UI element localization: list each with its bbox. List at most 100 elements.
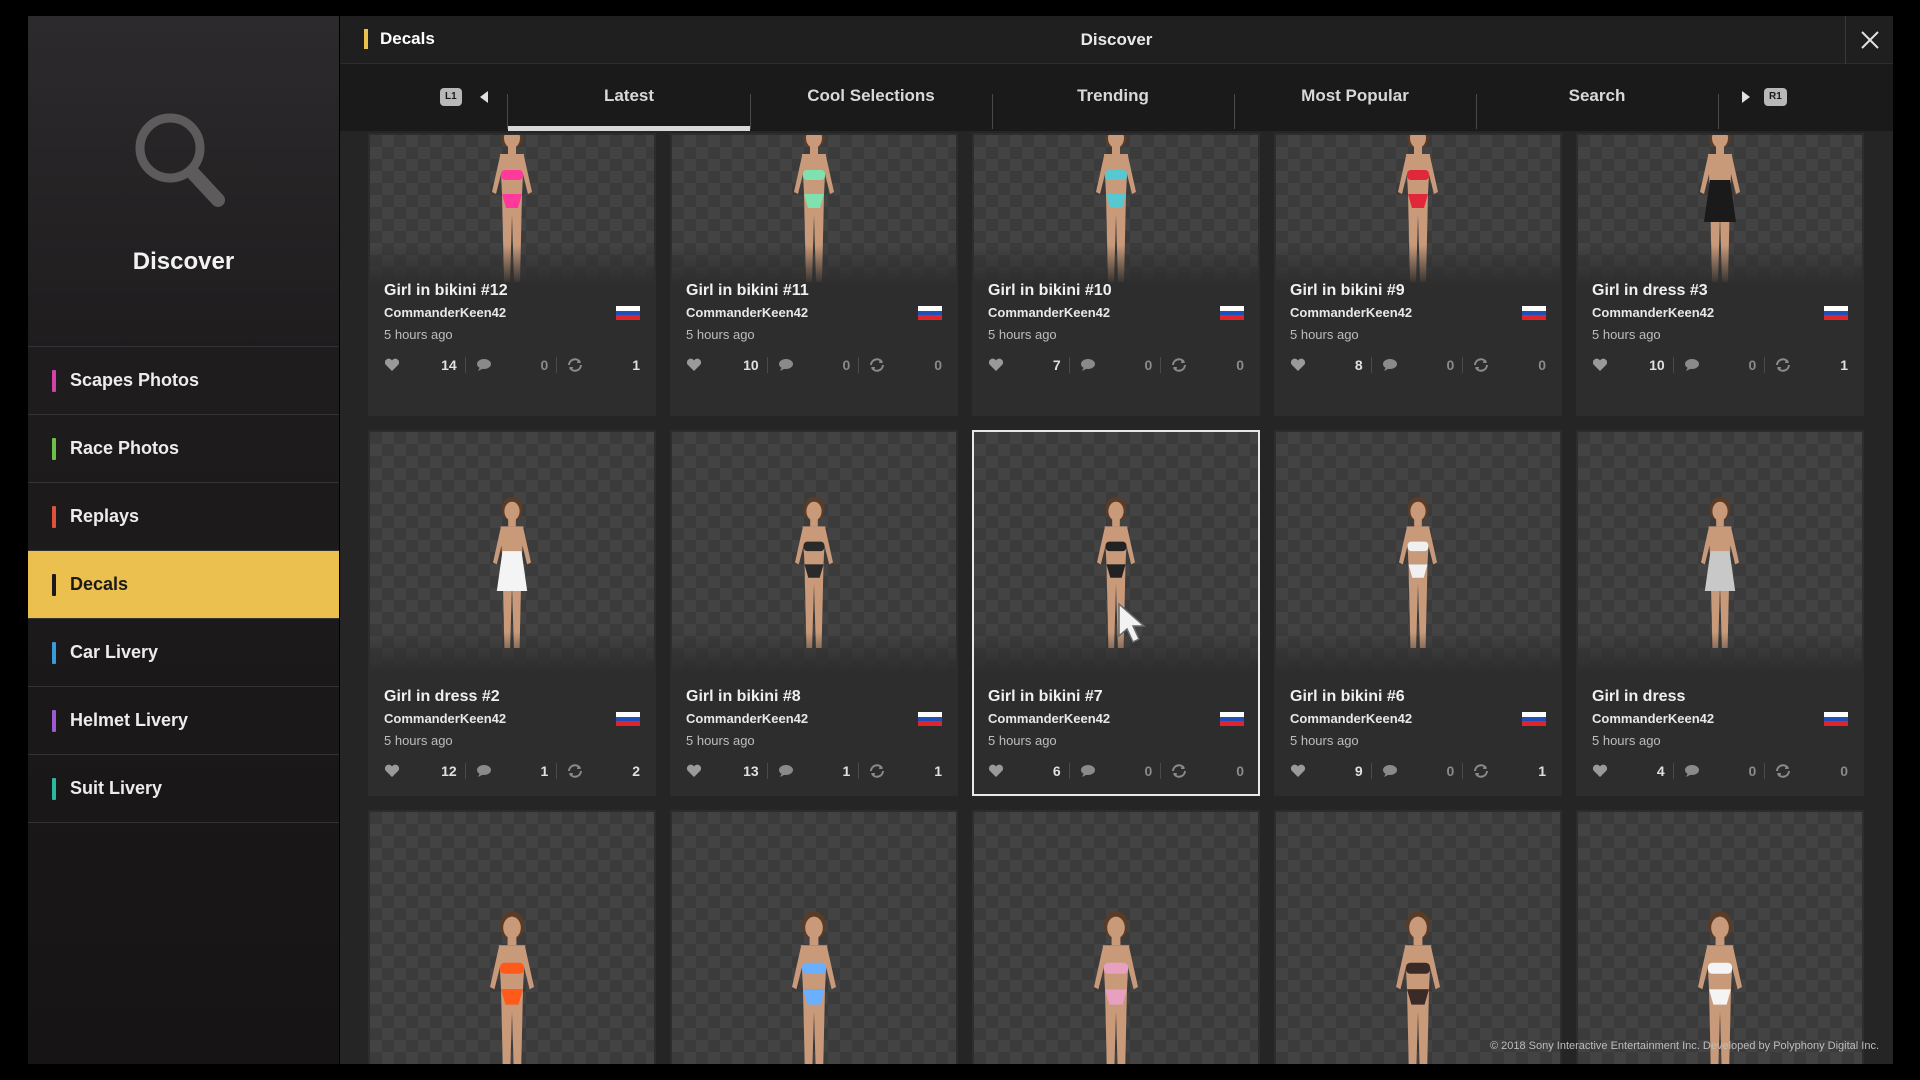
decal-author[interactable]: CommanderKeen42 bbox=[988, 708, 1110, 730]
like-count: 6 bbox=[1052, 763, 1061, 779]
like-count: 10 bbox=[1649, 357, 1665, 373]
tab-active-underline bbox=[508, 126, 750, 131]
sidebar-item-suit-livery[interactable]: Suit Livery bbox=[28, 754, 339, 822]
decal-card[interactable]: Girl in bikini #4 bbox=[670, 810, 958, 1064]
sidebar-item-color-bar bbox=[52, 709, 56, 732]
sidebar-title: Discover bbox=[132, 248, 235, 275]
decal-card[interactable]: Girl in bikini #6 CommanderKeen42 5 hour… bbox=[1274, 430, 1562, 796]
tab-prev-arrow-icon[interactable] bbox=[480, 91, 488, 103]
decal-author[interactable]: CommanderKeen42 bbox=[1290, 708, 1412, 730]
decal-author[interactable]: CommanderKeen42 bbox=[686, 708, 808, 730]
sidebar-item-race-photos[interactable]: Race Photos bbox=[28, 414, 339, 482]
tab-next-arrow-icon[interactable] bbox=[1742, 91, 1750, 103]
decal-card[interactable]: Girl in dress CommanderKeen42 5 hours ag… bbox=[1576, 430, 1864, 796]
tab-latest[interactable]: Latest bbox=[507, 64, 751, 131]
decal-author[interactable]: CommanderKeen42 bbox=[384, 302, 506, 324]
tab-trending[interactable]: Trending bbox=[992, 64, 1235, 131]
decal-title: Girl in dress #3 bbox=[1592, 282, 1708, 299]
decal-author[interactable]: CommanderKeen42 bbox=[1592, 302, 1714, 324]
sidebar-item-replays[interactable]: Replays bbox=[28, 482, 339, 550]
decal-author[interactable]: CommanderKeen42 bbox=[1592, 708, 1714, 730]
decal-thumbnail bbox=[672, 432, 956, 672]
tab-search[interactable]: Search bbox=[1476, 64, 1719, 131]
like-stat[interactable]: 10 bbox=[1592, 357, 1673, 373]
sidebar-item-decals[interactable]: Decals bbox=[28, 550, 339, 618]
comment-count: 1 bbox=[842, 763, 851, 779]
share-count: 1 bbox=[632, 357, 641, 373]
comment-stat[interactable]: 0 bbox=[1068, 763, 1161, 779]
sidebar-item-car-livery[interactable]: Car Livery bbox=[28, 618, 339, 686]
share-stat[interactable]: 1 bbox=[1462, 763, 1546, 779]
like-stat[interactable]: 14 bbox=[384, 357, 465, 373]
comment-stat[interactable]: 0 bbox=[1370, 357, 1463, 373]
like-stat[interactable]: 10 bbox=[686, 357, 767, 373]
decal-card[interactable]: Girl in bikini #11 CommanderKeen42 5 hou… bbox=[670, 133, 958, 416]
decal-card[interactable]: Girl in bikini #1 bbox=[1576, 810, 1864, 1064]
like-stat[interactable]: 8 bbox=[1290, 357, 1371, 373]
comment-count: 0 bbox=[1144, 357, 1153, 373]
heart-icon bbox=[384, 764, 400, 777]
tab-cool-selections[interactable]: Cool Selections bbox=[750, 64, 993, 131]
like-count: 14 bbox=[441, 357, 457, 373]
sidebar-item-color-bar bbox=[52, 437, 56, 460]
decal-author[interactable]: CommanderKeen42 bbox=[988, 302, 1110, 324]
decal-card[interactable]: Girl in dress #2 CommanderKeen42 5 hours… bbox=[368, 430, 656, 796]
share-stat[interactable]: 1 bbox=[858, 763, 942, 779]
comment-stat[interactable]: 0 bbox=[1672, 763, 1765, 779]
decal-card[interactable]: Girl in bikini #2 bbox=[1274, 810, 1562, 1064]
like-stat[interactable]: 4 bbox=[1592, 763, 1673, 779]
like-stat[interactable]: 9 bbox=[1290, 763, 1371, 779]
like-stat[interactable]: 12 bbox=[384, 763, 465, 779]
like-stat[interactable]: 6 bbox=[988, 763, 1069, 779]
decal-card[interactable]: Girl in bikini #3 bbox=[972, 810, 1260, 1064]
decal-card[interactable]: Girl in bikini #7 CommanderKeen42 5 hour… bbox=[972, 430, 1260, 796]
decal-card[interactable]: Girl in bikini #10 CommanderKeen42 5 hou… bbox=[972, 133, 1260, 416]
share-stat[interactable]: 0 bbox=[1462, 357, 1546, 373]
share-stat[interactable]: 0 bbox=[858, 357, 942, 373]
r1-button[interactable]: R1 bbox=[1764, 88, 1787, 106]
like-stat[interactable]: 13 bbox=[686, 763, 767, 779]
sidebar-hero: Discover bbox=[28, 16, 339, 346]
decal-card[interactable]: Girl in dress #3 CommanderKeen42 5 hours… bbox=[1576, 133, 1864, 416]
like-stat[interactable]: 7 bbox=[988, 357, 1069, 373]
decal-author-row: CommanderKeen42 bbox=[686, 302, 942, 324]
like-count: 7 bbox=[1052, 357, 1061, 373]
comment-stat[interactable]: 0 bbox=[1068, 357, 1161, 373]
comment-stat[interactable]: 0 bbox=[1370, 763, 1463, 779]
share-stat[interactable]: 0 bbox=[1160, 763, 1244, 779]
comment-stat[interactable]: 0 bbox=[766, 357, 859, 373]
comment-count: 0 bbox=[1144, 763, 1153, 779]
share-stat[interactable]: 1 bbox=[556, 357, 640, 373]
decal-title: Girl in dress #2 bbox=[384, 688, 500, 705]
close-button[interactable] bbox=[1845, 16, 1893, 64]
share-count: 0 bbox=[1538, 357, 1547, 373]
decal-author-row: CommanderKeen42 bbox=[686, 708, 942, 730]
share-stat[interactable]: 1 bbox=[1764, 357, 1848, 373]
comment-stat[interactable]: 1 bbox=[464, 763, 557, 779]
decal-card[interactable]: Girl in bikini #5 bbox=[368, 810, 656, 1064]
sidebar-item-color-bar bbox=[52, 505, 56, 528]
share-stat[interactable]: 2 bbox=[556, 763, 640, 779]
comment-stat[interactable]: 0 bbox=[464, 357, 557, 373]
decal-author[interactable]: CommanderKeen42 bbox=[686, 302, 808, 324]
sidebar-item-scapes-photos[interactable]: Scapes Photos bbox=[28, 346, 339, 414]
decal-author[interactable]: CommanderKeen42 bbox=[384, 708, 506, 730]
decal-stats: 10 0 0 bbox=[686, 354, 942, 376]
share-stat[interactable]: 0 bbox=[1160, 357, 1244, 373]
decal-stats: 12 1 2 bbox=[384, 760, 640, 782]
decal-card[interactable]: Girl in bikini #8 CommanderKeen42 5 hour… bbox=[670, 430, 958, 796]
decal-author[interactable]: CommanderKeen42 bbox=[1290, 302, 1412, 324]
tab-most-popular[interactable]: Most Popular bbox=[1234, 64, 1477, 131]
decal-card[interactable]: Girl in bikini #9 CommanderKeen42 5 hour… bbox=[1274, 133, 1562, 416]
decal-info: Girl in bikini #9 CommanderKeen42 5 hour… bbox=[1276, 280, 1560, 414]
sidebar-nav: Scapes Photos Race Photos Replays Decals Car… bbox=[28, 346, 339, 823]
l1-button[interactable]: L1 bbox=[440, 88, 462, 106]
decal-card[interactable]: Girl in bikini #12 CommanderKeen42 5 hou… bbox=[368, 133, 656, 416]
comment-stat[interactable]: 0 bbox=[1672, 357, 1765, 373]
decal-thumbnail bbox=[672, 135, 956, 285]
share-stat[interactable]: 0 bbox=[1764, 763, 1848, 779]
copyright-text: © 2018 Sony Interactive Entertainment In… bbox=[1489, 1040, 1879, 1052]
comment-stat[interactable]: 1 bbox=[766, 763, 859, 779]
thumbnail-fade bbox=[974, 245, 1258, 285]
sidebar-item-helmet-livery[interactable]: Helmet Livery bbox=[28, 686, 339, 754]
